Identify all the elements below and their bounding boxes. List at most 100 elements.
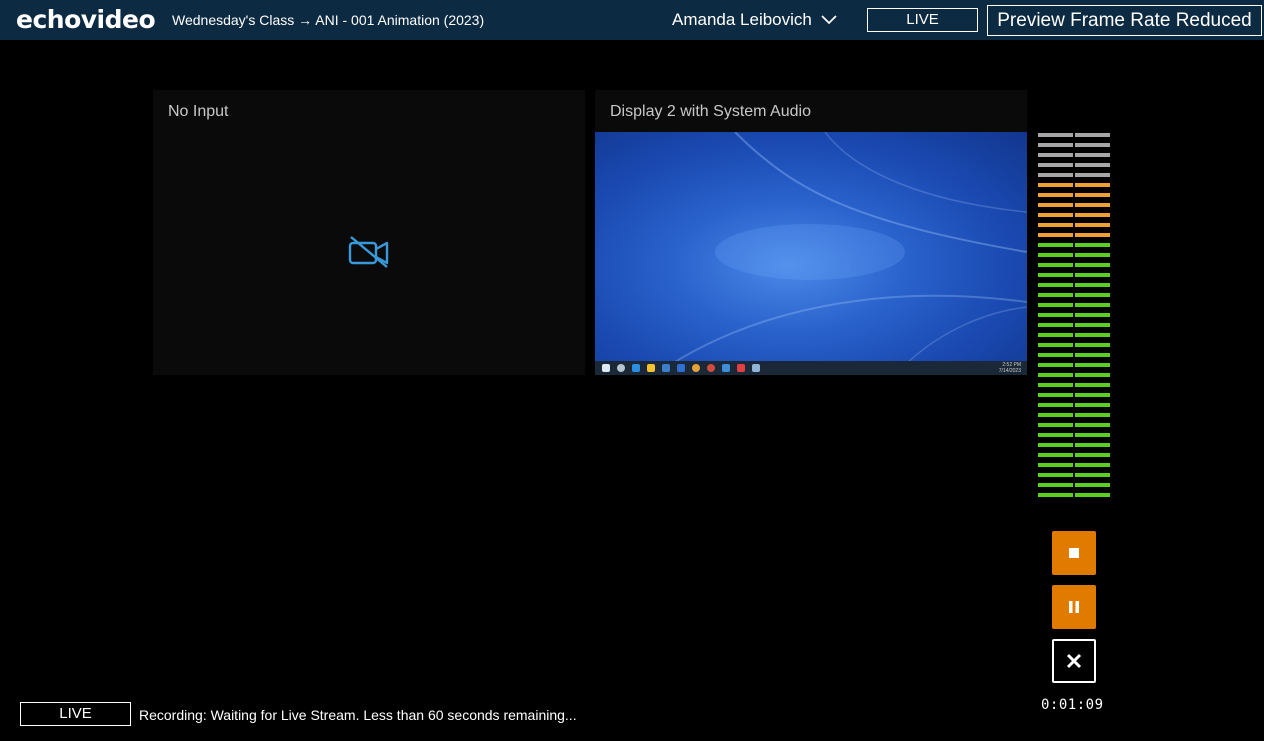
meter-segment (1075, 463, 1110, 467)
meter-segment (1075, 153, 1110, 157)
meter-segment (1038, 173, 1073, 177)
meter-segment (1075, 363, 1110, 367)
meter-segment (1075, 143, 1110, 147)
user-menu[interactable]: Amanda Leibovich (672, 9, 837, 31)
meter-segment (1038, 463, 1073, 467)
close-icon (1066, 653, 1082, 669)
meter-segment (1075, 393, 1110, 397)
meter-segment (1075, 313, 1110, 317)
meter-segment (1075, 173, 1110, 177)
meter-segment (1075, 273, 1110, 277)
meter-segment (1075, 193, 1110, 197)
meter-segment (1038, 293, 1073, 297)
meter-segment (1075, 253, 1110, 257)
meter-segment (1038, 343, 1073, 347)
meter-segment (1075, 423, 1110, 427)
chrome-icon (692, 364, 700, 372)
meter-segment (1038, 283, 1073, 287)
echovideo-logo: echovideo (16, 5, 156, 34)
wallpaper-swirl (654, 132, 1027, 375)
windows-taskbar: 2:52 PM 7/14/2023 (595, 361, 1027, 375)
meter-segment (1038, 373, 1073, 377)
meter-segment (1038, 263, 1073, 267)
live-indicator: LIVE (867, 8, 978, 32)
meter-segment (1075, 183, 1110, 187)
meter-segment (1038, 433, 1073, 437)
breadcrumb: Wednesday's Class → ANI - 001 Animation … (172, 12, 485, 28)
pause-icon (1069, 601, 1079, 613)
meter-segment (1038, 133, 1073, 137)
meter-segment (1038, 413, 1073, 417)
app-icon (722, 364, 730, 372)
pause-button[interactable] (1052, 585, 1096, 629)
meter-segment (1038, 443, 1073, 447)
audio-level-meter (1038, 133, 1110, 497)
meter-segment (1038, 243, 1073, 247)
meter-segment (1075, 133, 1110, 137)
meter-segment (1075, 213, 1110, 217)
meter-segment (1075, 413, 1110, 417)
recording-timer: 0:01:09 (1041, 697, 1104, 713)
meter-segment (1038, 383, 1073, 387)
meter-segment (1038, 393, 1073, 397)
meter-segment (1075, 233, 1110, 237)
meter-segment (1038, 453, 1073, 457)
display-preview: 2:52 PM 7/14/2023 (595, 132, 1027, 375)
meter-segment (1075, 443, 1110, 447)
meter-segment (1075, 403, 1110, 407)
cancel-button[interactable] (1052, 639, 1096, 683)
meter-segment (1038, 303, 1073, 307)
store-icon (662, 364, 670, 372)
meter-segment (1038, 143, 1073, 147)
meter-segment (1075, 373, 1110, 377)
stop-button[interactable] (1052, 531, 1096, 575)
meter-segment (1075, 303, 1110, 307)
meter-segment (1038, 333, 1073, 337)
meter-segment (1038, 233, 1073, 237)
meter-segment (1038, 203, 1073, 207)
meter-segment (1038, 213, 1073, 217)
meter-segment (1075, 473, 1110, 477)
meter-segment (1038, 423, 1073, 427)
meter-segment (1075, 433, 1110, 437)
app-icon (752, 364, 760, 372)
meter-segment (1075, 493, 1110, 497)
source-panel-display: Display 2 with System Audio 2:52 PM 7/14… (595, 90, 1027, 375)
folder-icon (647, 364, 655, 372)
meter-segment (1038, 163, 1073, 167)
meter-segment (1038, 493, 1073, 497)
source-panel-no-input: No Input (153, 90, 585, 375)
meter-segment (1075, 163, 1110, 167)
search-icon (617, 364, 625, 372)
meter-segment (1038, 253, 1073, 257)
meter-segment (1038, 353, 1073, 357)
chevron-down-icon (821, 15, 837, 25)
meter-segment (1075, 263, 1110, 267)
meter-segment (1038, 323, 1073, 327)
camera-off-icon (348, 236, 389, 268)
meter-segment (1038, 473, 1073, 477)
meter-segment (1075, 293, 1110, 297)
source-title: Display 2 with System Audio (610, 103, 811, 120)
echo-icon (737, 364, 745, 372)
user-name: Amanda Leibovich (672, 10, 812, 29)
meter-segment (1075, 323, 1110, 327)
meter-segment (1038, 223, 1073, 227)
meter-segment (1075, 483, 1110, 487)
meter-segment (1038, 153, 1073, 157)
mail-icon (677, 364, 685, 372)
meter-segment (1038, 193, 1073, 197)
meter-segment (1075, 243, 1110, 247)
meter-segment (1075, 283, 1110, 287)
meter-segment (1038, 363, 1073, 367)
edge-icon (632, 364, 640, 372)
meter-segment (1075, 203, 1110, 207)
source-title: No Input (168, 103, 229, 120)
taskbar-clock: 2:52 PM 7/14/2023 (998, 362, 1021, 374)
meter-segment (1075, 453, 1110, 457)
start-icon (602, 364, 610, 372)
meter-segment (1075, 333, 1110, 337)
meter-segment (1038, 483, 1073, 487)
meter-segment (1075, 223, 1110, 227)
meter-segment (1075, 383, 1110, 387)
